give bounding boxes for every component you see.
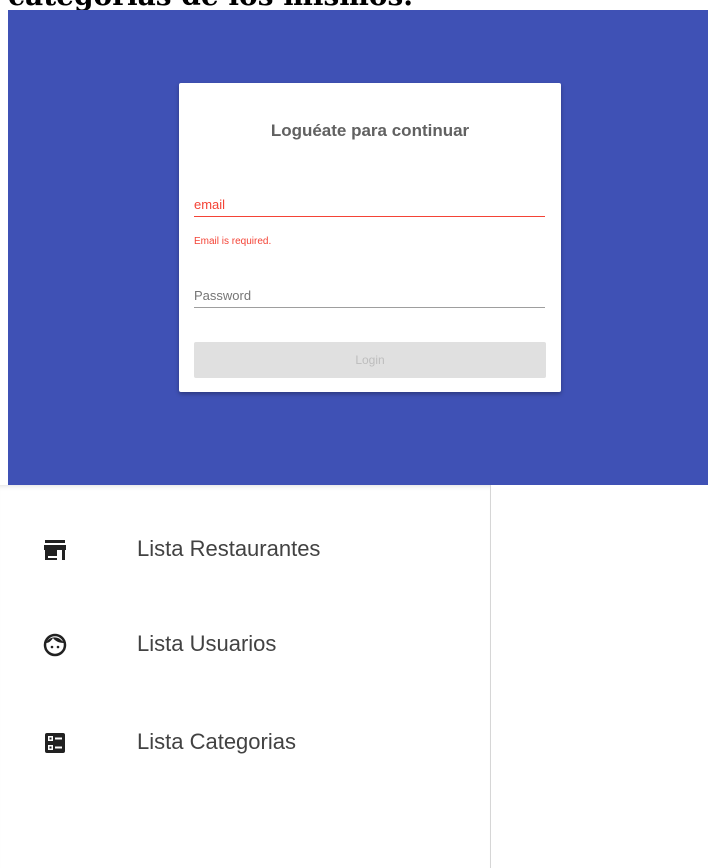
login-title: Loguéate para continuar bbox=[270, 121, 470, 140]
menu-item-label: Lista Restaurantes bbox=[137, 536, 321, 561]
login-panel: Loguéate para continuar Email is require… bbox=[8, 10, 708, 485]
email-field-wrapper bbox=[194, 196, 545, 217]
menu-item-restaurantes[interactable]: Lista Restaurantes bbox=[0, 522, 490, 578]
menu-item-usuarios[interactable]: Lista Usuarios bbox=[0, 617, 490, 673]
face-icon bbox=[43, 633, 67, 657]
sidebar-menu: Lista Restaurantes Lista Usuarios Lista … bbox=[0, 485, 491, 868]
email-field[interactable] bbox=[194, 197, 545, 217]
password-field[interactable] bbox=[194, 288, 545, 308]
login-card: Loguéate para continuar Email is require… bbox=[179, 83, 561, 392]
dashboard-list-icon bbox=[43, 731, 67, 755]
store-icon bbox=[43, 538, 67, 562]
email-error-message: Email is required. bbox=[194, 236, 272, 247]
page: categorías de los mismos. Loguéate para … bbox=[0, 0, 708, 868]
login-button[interactable]: Login bbox=[194, 342, 546, 378]
menu-item-label: Lista Categorias bbox=[137, 729, 296, 754]
menu-item-label: Lista Usuarios bbox=[137, 631, 277, 656]
menu-item-categorias[interactable]: Lista Categorias bbox=[0, 715, 490, 771]
password-field-wrapper bbox=[194, 287, 545, 308]
